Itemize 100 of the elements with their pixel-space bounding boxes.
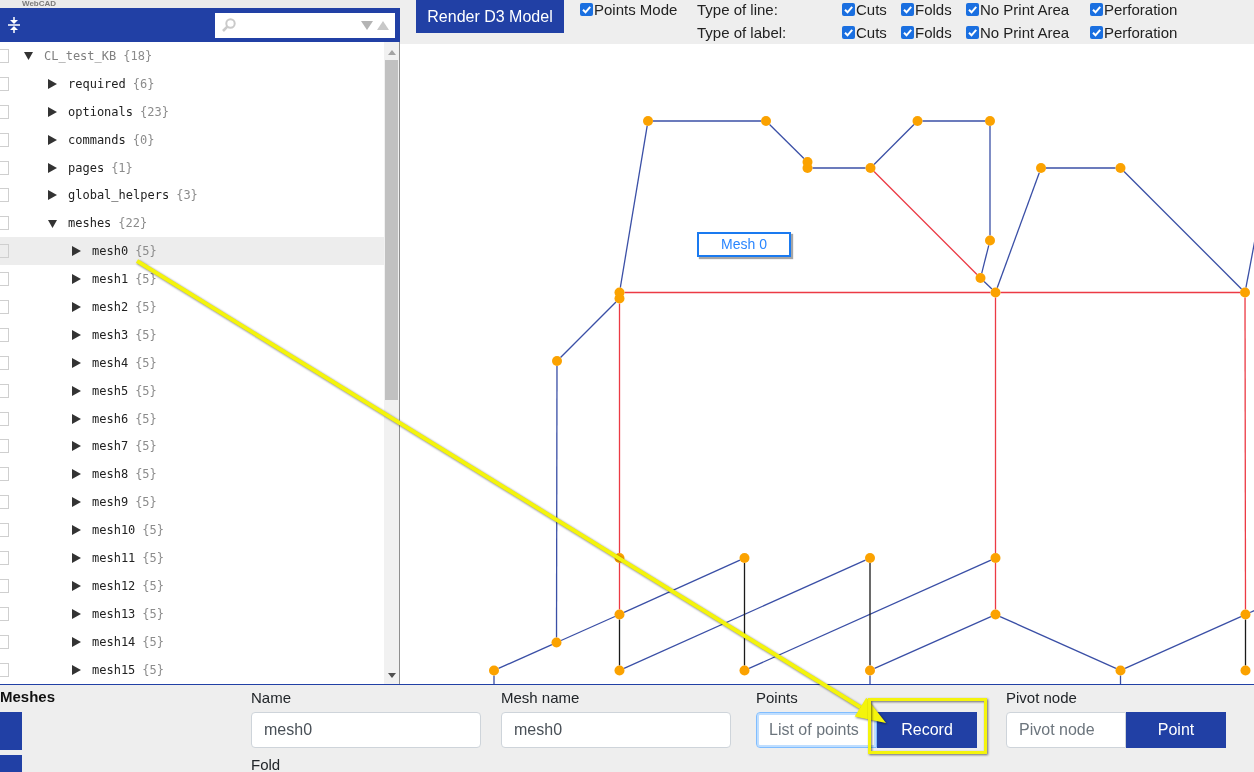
checkbox[interactable] — [0, 76, 9, 91]
caret-right-icon[interactable] — [72, 636, 81, 647]
tree-item[interactable]: mesh4 {5} — [0, 348, 384, 377]
caret-right-icon[interactable] — [72, 357, 81, 368]
caret-right-icon[interactable] — [72, 329, 81, 340]
tree-item[interactable]: mesh8 {5} — [0, 460, 384, 489]
checkbox[interactable] — [0, 216, 9, 231]
checkbox[interactable] — [0, 634, 9, 649]
node-dot[interactable] — [643, 116, 653, 126]
text-field[interactable]: Pivot node — [1006, 712, 1126, 748]
caret-right-icon[interactable] — [72, 246, 81, 257]
checkbox[interactable] — [0, 662, 9, 677]
caret-down-icon[interactable] — [24, 51, 33, 61]
checkbox[interactable] — [842, 3, 855, 16]
caret-right-icon[interactable] — [72, 274, 81, 285]
caret-right-icon[interactable] — [72, 497, 81, 508]
tree-item[interactable]: global_helpers {3} — [0, 181, 384, 210]
checkbox[interactable] — [0, 411, 9, 426]
tree-item[interactable]: mesh13 {5} — [0, 599, 384, 628]
node-dot[interactable] — [990, 609, 1001, 620]
checkbox[interactable] — [580, 3, 593, 16]
checkbox[interactable] — [0, 467, 9, 482]
node-dot[interactable] — [1240, 665, 1251, 676]
tree-item[interactable]: mesh7 {5} — [0, 432, 384, 461]
tree-item[interactable]: mesh11 {5} — [0, 544, 384, 572]
search-field[interactable] — [215, 12, 395, 38]
checkbox[interactable] — [966, 3, 979, 16]
record-button[interactable]: Record — [877, 712, 977, 748]
tree-item[interactable]: mesh2 {5} — [0, 293, 384, 321]
point-button[interactable]: Point — [1126, 712, 1226, 748]
checkbox[interactable] — [1090, 3, 1103, 16]
checkbox[interactable] — [966, 26, 979, 39]
checkbox[interactable] — [0, 383, 9, 398]
node-dot[interactable] — [739, 665, 750, 676]
caret-right-icon[interactable] — [72, 664, 81, 675]
caret-right-icon[interactable] — [72, 385, 81, 396]
checkbox[interactable] — [0, 495, 9, 510]
node-dot[interactable] — [1115, 665, 1126, 676]
caret-right-icon[interactable] — [72, 608, 81, 619]
node-dot[interactable] — [985, 116, 995, 126]
node-dot[interactable] — [614, 293, 625, 304]
node-dot[interactable] — [975, 273, 986, 283]
caret-right-icon[interactable] — [48, 190, 57, 201]
node-dot[interactable] — [614, 665, 625, 676]
checkbox[interactable] — [0, 606, 9, 621]
node-dot[interactable] — [489, 665, 499, 676]
text-field[interactable]: List of points — [756, 712, 877, 748]
caret-up-icon[interactable] — [377, 20, 389, 30]
checkbox[interactable] — [842, 26, 855, 39]
node-dot[interactable] — [990, 287, 1001, 298]
checkbox[interactable] — [901, 26, 914, 39]
caret-right-icon[interactable] — [72, 552, 81, 563]
caret-right-icon[interactable] — [48, 106, 57, 117]
checkbox[interactable] — [0, 244, 9, 259]
checkbox[interactable] — [0, 355, 9, 370]
checkbox[interactable] — [0, 272, 9, 287]
caret-right-icon[interactable] — [72, 413, 81, 424]
caret-right-icon[interactable] — [72, 301, 81, 312]
tree-item[interactable]: mesh3 {5} — [0, 320, 384, 349]
tree-item[interactable]: optionals {23} — [0, 97, 384, 126]
scroll-up-icon[interactable] — [387, 50, 396, 55]
node-dot[interactable] — [985, 235, 995, 246]
tree-item[interactable]: mesh12 {5} — [0, 571, 384, 600]
tree-item[interactable]: mesh5 {5} — [0, 376, 384, 405]
checkbox[interactable] — [0, 48, 9, 63]
checkbox[interactable] — [0, 160, 9, 175]
tree-item[interactable]: meshes {22} — [0, 209, 384, 238]
scroll-down-icon[interactable] — [387, 673, 396, 678]
tree-item[interactable]: mesh15 {5} — [0, 655, 384, 684]
checkbox[interactable] — [0, 132, 9, 147]
tree-item[interactable]: mesh9 {5} — [0, 488, 384, 517]
caret-right-icon[interactable] — [48, 162, 57, 173]
checkbox[interactable] — [0, 550, 9, 565]
caret-right-icon[interactable] — [72, 441, 81, 452]
checkbox[interactable] — [901, 3, 914, 16]
text-field[interactable]: mesh0 — [501, 712, 731, 748]
checkbox[interactable] — [0, 327, 9, 342]
node-dot[interactable] — [1115, 163, 1126, 173]
caret-right-icon[interactable] — [48, 134, 57, 145]
tree-item[interactable]: mesh0 {5} — [0, 237, 384, 266]
checkbox[interactable] — [0, 523, 9, 538]
node-dot[interactable] — [761, 116, 771, 126]
tree-item[interactable]: required {6} — [0, 69, 384, 98]
node-dot[interactable] — [1240, 287, 1250, 298]
checkbox[interactable] — [0, 104, 9, 119]
caret-right-icon[interactable] — [72, 469, 81, 480]
tree-item[interactable]: mesh1 {5} — [0, 265, 384, 293]
tree-item[interactable]: pages {1} — [0, 153, 384, 182]
caret-right-icon[interactable] — [72, 525, 81, 536]
node-dot[interactable] — [865, 665, 875, 676]
node-dot[interactable] — [990, 553, 1001, 563]
tree-item[interactable]: commands {0} — [0, 125, 384, 154]
node-dot[interactable] — [614, 553, 625, 563]
checkbox[interactable] — [0, 439, 9, 454]
node-dot[interactable] — [614, 609, 625, 620]
node-dot[interactable] — [802, 163, 813, 173]
caret-right-icon[interactable] — [72, 580, 81, 591]
text-field[interactable]: mesh0 — [251, 712, 481, 748]
collapse-all-icon[interactable] — [8, 17, 20, 33]
checkbox[interactable] — [0, 188, 9, 203]
